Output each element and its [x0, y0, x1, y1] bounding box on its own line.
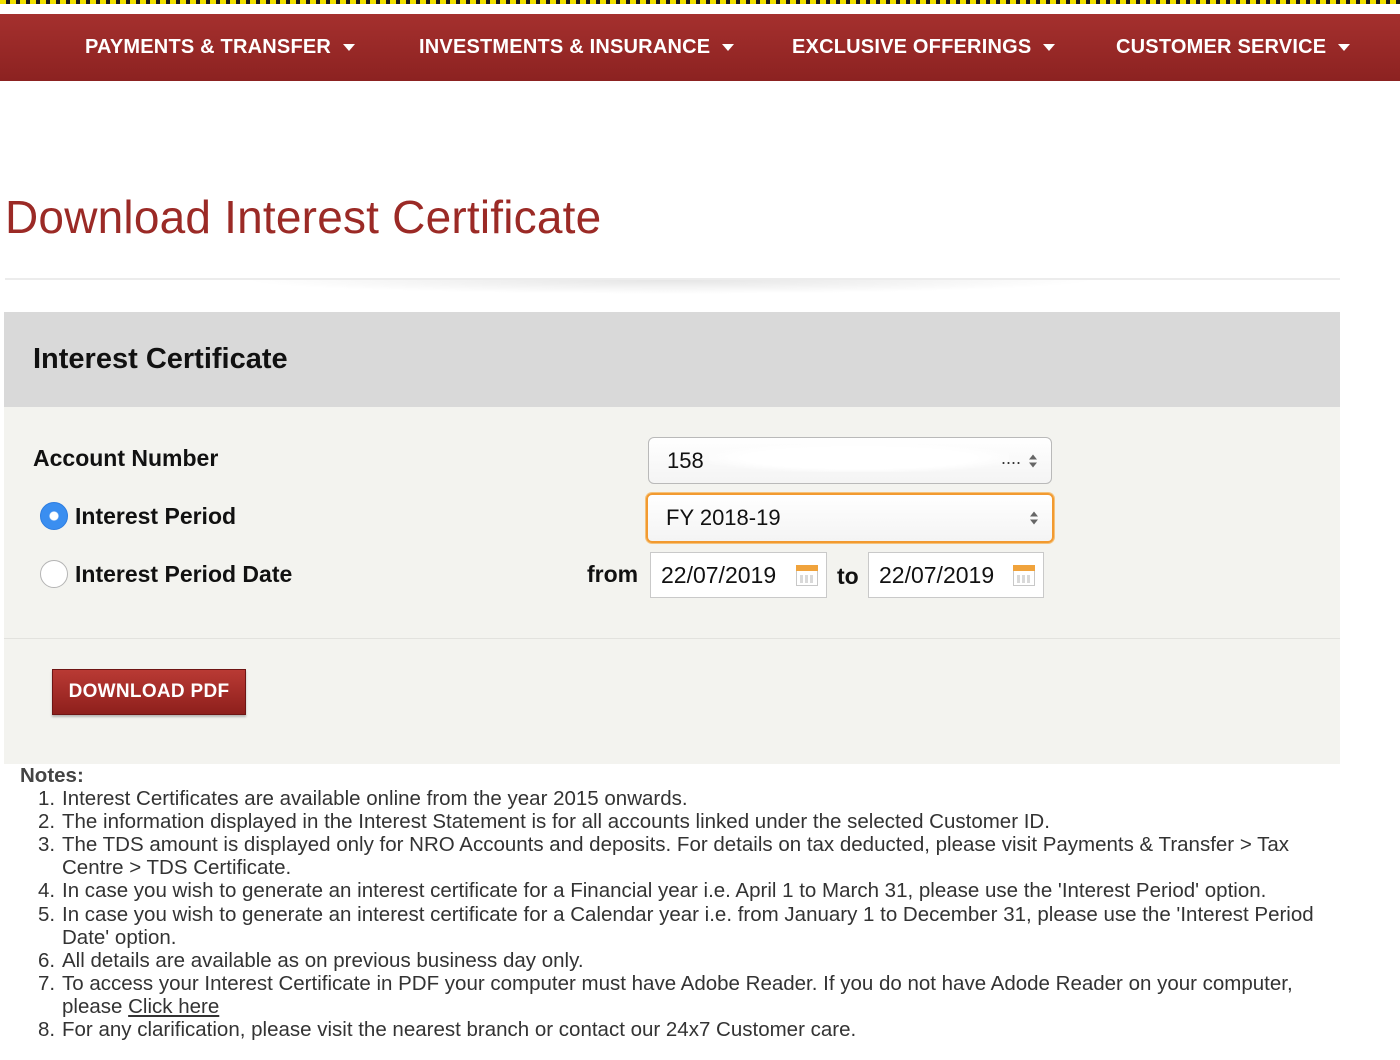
note-text: All details are available as on previous… [62, 948, 584, 972]
from-date-field[interactable]: 22/07/2019 [650, 552, 827, 598]
account-number-label: Account Number [33, 445, 219, 471]
interest-period-label: Interest Period [75, 503, 237, 529]
nav-investments-insurance[interactable]: INVESTMENTS & INSURANCE [419, 14, 735, 81]
notes-title: Notes: [20, 764, 84, 787]
nav-label: EXCLUSIVE OFFERINGS [792, 36, 1032, 58]
note-text: In case you wish to generate an interest… [62, 879, 1267, 903]
title-divider-shadow [240, 280, 1100, 294]
note-text: The TDS amount is displayed only for NRO… [62, 833, 1290, 880]
caret-down-icon [343, 44, 356, 51]
to-date-value: 22/07/2019 [879, 561, 995, 588]
top-dashed-border [0, 0, 1400, 4]
select-arrows-icon [1030, 511, 1038, 525]
notes-list: 1. Interest Certificates are available on… [20, 787, 1350, 1041]
panel-heading: Interest Certificate [33, 343, 288, 375]
to-date-field[interactable]: 22/07/2019 [868, 552, 1044, 598]
download-pdf-button[interactable]: DOWNLOAD PDF [52, 669, 246, 715]
interest-period-date-radio[interactable] [40, 560, 68, 588]
note-item: 4. In case you wish to generate an intere… [38, 879, 1267, 903]
note-text: Interest Certificates are available onli… [62, 787, 688, 811]
note-text: In case you wish to generate an interest… [62, 902, 1314, 949]
main-navbar: PAYMENTS & TRANSFER INVESTMENTS & INSURA… [0, 14, 1400, 81]
note-item: 2. The information displayed in the Inter… [38, 810, 1050, 834]
caret-down-icon [1338, 44, 1351, 51]
interest-period-date-label: Interest Period Date [75, 561, 293, 587]
note-item: 5. In case you wish to generate an intere… [38, 902, 1314, 949]
interest-period-value: FY 2018-19 [666, 505, 781, 530]
note-text: To access your Interest Certificate in P… [62, 971, 1293, 1018]
select-arrows-icon [1029, 454, 1037, 467]
notes-section: Notes: 1. Interest Certificates are avail… [20, 764, 1350, 1041]
note-item: 8. For any clarification, please visit th… [38, 1018, 857, 1042]
caret-down-icon [722, 44, 735, 51]
nav-label: INVESTMENTS & INSURANCE [419, 36, 711, 58]
interest-period-select[interactable]: FY 2018-19 [646, 493, 1054, 543]
nav-label: PAYMENTS & TRANSFER [85, 36, 332, 58]
nav-customer-service[interactable]: CUSTOMER SERVICE [1116, 14, 1351, 81]
interest-period-radio[interactable] [40, 502, 68, 530]
note-text: For any clarification, please visit the … [62, 1018, 857, 1042]
panel-header: Interest Certificate [4, 312, 1340, 407]
nav-exclusive-offerings[interactable]: EXCLUSIVE OFFERINGS [792, 14, 1056, 81]
calendar-icon[interactable] [796, 565, 818, 586]
note-item: 1. Interest Certificates are available on… [38, 787, 688, 811]
note-item: 7. To access your Interest Certificate in… [38, 971, 1293, 1018]
masked-account-redaction [709, 444, 1009, 472]
caret-down-icon [1043, 44, 1056, 51]
account-number-value: 158 [667, 447, 704, 473]
click-here-link[interactable]: Click here [128, 995, 219, 1018]
account-ellipsis: .... [1000, 448, 1021, 468]
nav-label: CUSTOMER SERVICE [1116, 36, 1327, 58]
page-title: Download Interest Certificate [5, 191, 602, 243]
note-text: The information displayed in the Interes… [62, 810, 1050, 834]
note-item: 6. All details are available as on previo… [38, 948, 584, 972]
calendar-icon[interactable] [1013, 565, 1035, 586]
from-label: from [587, 561, 639, 587]
panel-divider [4, 638, 1340, 639]
from-date-value: 22/07/2019 [661, 561, 777, 588]
account-number-select[interactable]: 158 .... [648, 437, 1052, 484]
note-item: 3. The TDS amount is displayed only for N… [38, 833, 1290, 880]
to-label: to [837, 563, 859, 589]
nav-payments-transfer[interactable]: PAYMENTS & TRANSFER [85, 14, 356, 81]
